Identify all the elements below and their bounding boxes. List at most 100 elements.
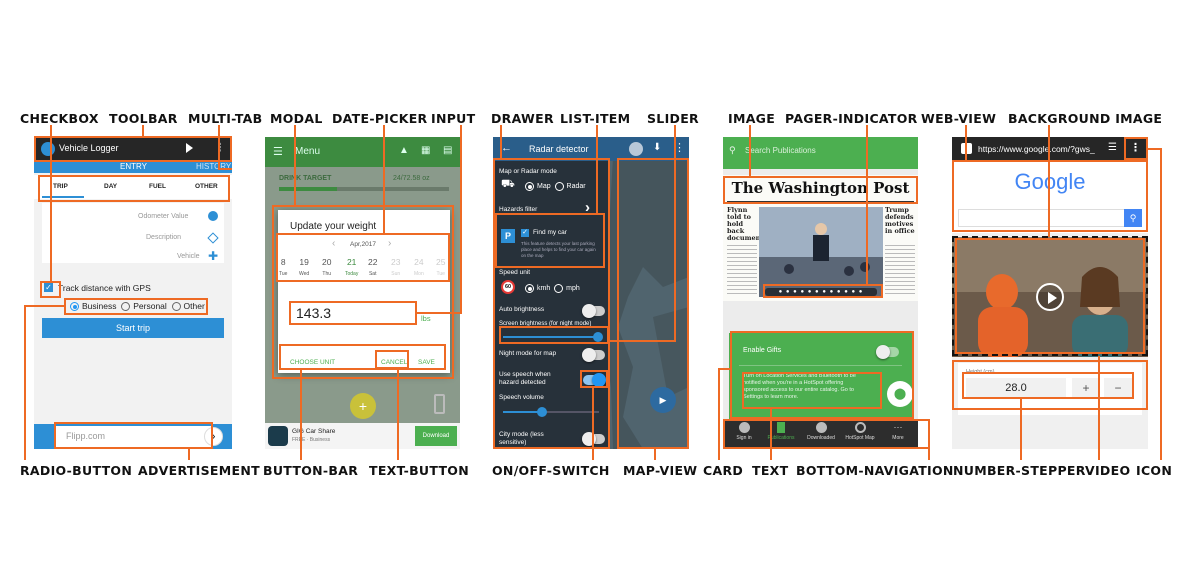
- subtab-day[interactable]: DAY: [104, 183, 117, 190]
- caption-drawer: DRAWER: [491, 111, 554, 126]
- increment-button[interactable]: +: [1072, 378, 1100, 398]
- nav-publications[interactable]: Publications: [763, 422, 799, 441]
- date-19[interactable]: 19 Wed: [299, 257, 309, 277]
- bell-icon[interactable]: ▲: [399, 145, 409, 156]
- cancel-button[interactable]: CANCEL: [381, 359, 407, 366]
- auto-brightness-switch[interactable]: [582, 304, 605, 318]
- nav-more[interactable]: ··· More: [883, 422, 913, 441]
- download-icon[interactable]: ⬇: [653, 142, 661, 153]
- description-field[interactable]: Description: [146, 234, 181, 241]
- chevron-right-icon[interactable]: ›: [204, 427, 223, 446]
- speech-switch[interactable]: [583, 373, 606, 387]
- back-arrow-icon[interactable]: ←: [501, 142, 512, 154]
- tab-entry[interactable]: ENTRY: [120, 162, 147, 171]
- weight-input[interactable]: 143.3: [296, 305, 331, 321]
- volume-slider-thumb[interactable]: [537, 407, 547, 417]
- date-23[interactable]: 23 Sun: [391, 257, 400, 277]
- app-logo-icon: [41, 142, 55, 156]
- play-icon[interactable]: [186, 143, 193, 153]
- start-trip-button[interactable]: Start trip: [42, 318, 224, 338]
- caption-video: VIDEO: [1085, 463, 1131, 478]
- radar-app-screen: ← Radar detector ⬇ ⋮ Map or Radar mode ⛟…: [493, 137, 689, 449]
- url-bar[interactable]: https://www.google.com/?gws_: [978, 144, 1095, 154]
- date-21-today[interactable]: 21 Today: [345, 257, 358, 277]
- nav-sign-in[interactable]: Sign in: [729, 422, 759, 441]
- caption-input: INPUT: [431, 111, 476, 126]
- date-num: 21: [346, 257, 357, 267]
- chart-icon[interactable]: ▤: [443, 145, 452, 156]
- video-player[interactable]: [952, 237, 1148, 357]
- search-icon[interactable]: ⚲: [729, 145, 736, 156]
- chevron-right-icon[interactable]: ›: [585, 199, 590, 216]
- radio-business-label: Business: [82, 301, 117, 311]
- find-car-checkbox[interactable]: ✓: [521, 229, 529, 237]
- caption-modal: MODAL: [270, 111, 323, 126]
- ad-banner[interactable]: Flipp.com ›: [34, 424, 232, 449]
- date-8[interactable]: 8 Tue: [279, 257, 287, 277]
- search-input[interactable]: Search Publications: [745, 146, 816, 155]
- mode-radar-radio[interactable]: Radar: [554, 182, 586, 191]
- speed-kmh-radio[interactable]: kmh: [525, 284, 550, 293]
- date-day: Sat: [368, 271, 377, 277]
- hamburger-icon[interactable]: ☰: [273, 145, 283, 158]
- fab-button[interactable]: +: [350, 393, 376, 419]
- city-mode-switch[interactable]: [582, 432, 605, 446]
- mode-map-radio[interactable]: Map: [525, 182, 551, 191]
- brightness-slider-thumb[interactable]: [593, 332, 603, 342]
- search-field[interactable]: [958, 209, 1134, 227]
- hazards-filter[interactable]: Hazards filter: [499, 206, 537, 213]
- height-value-field[interactable]: 28.0: [966, 378, 1066, 398]
- radio-personal[interactable]: Personal: [121, 301, 167, 312]
- month-next-icon[interactable]: ›: [388, 238, 391, 249]
- calendar-icon[interactable]: ▦: [421, 145, 430, 156]
- info-icon[interactable]: [208, 211, 218, 221]
- enable-gifts-switch[interactable]: [876, 345, 899, 359]
- subtab-trip[interactable]: TRIP: [53, 183, 68, 190]
- speed-sign-value: 60: [504, 284, 512, 290]
- tabs-icon[interactable]: ☰: [1108, 142, 1117, 153]
- tag-icon[interactable]: [207, 232, 219, 244]
- date-day: Thu: [322, 271, 332, 277]
- nav-hotspot-map[interactable]: HotSpot Map: [841, 422, 879, 441]
- plus-icon[interactable]: ✚: [208, 249, 218, 263]
- play-button[interactable]: [1036, 283, 1064, 311]
- caption-background-image: BACKGROUND IMAGE: [1008, 111, 1163, 126]
- cart-icon[interactable]: [629, 142, 643, 156]
- ad-download-button[interactable]: Download: [415, 426, 457, 446]
- nav-downloaded[interactable]: Downloaded: [803, 422, 839, 441]
- overflow-menu-icon[interactable]: ⋮: [1130, 141, 1141, 154]
- subtab-fuel[interactable]: FUEL: [149, 183, 166, 190]
- map-location-button[interactable]: ▶: [650, 387, 676, 413]
- minus-icon: −: [1114, 381, 1122, 395]
- date-22[interactable]: 22 Sat: [368, 257, 377, 277]
- brightness-slider[interactable]: [503, 332, 603, 342]
- newspaper-image[interactable]: The Washington Post Flynn told to hold b…: [723, 175, 918, 301]
- nav-hotspot-map-label: HotSpot Map: [845, 435, 875, 441]
- gps-checkbox[interactable]: ✓: [44, 283, 53, 292]
- date-20[interactable]: 20 Thu: [322, 257, 331, 277]
- date-24[interactable]: 24 Mon: [414, 257, 424, 277]
- save-button[interactable]: SAVE: [418, 359, 435, 366]
- date-25[interactable]: 25 Tue: [436, 257, 445, 277]
- gift-fab-icon[interactable]: ⬤: [887, 381, 913, 407]
- radio-other[interactable]: Other: [171, 301, 205, 312]
- decrement-button[interactable]: −: [1104, 378, 1132, 398]
- pager-indicator[interactable]: ● ● ● ● ● ● ● ● ● ● ● ●: [765, 288, 877, 296]
- volume-slider[interactable]: [503, 407, 599, 417]
- odometer-field[interactable]: Odometer Value: [138, 213, 188, 220]
- search-button[interactable]: ⚲: [1124, 209, 1142, 227]
- month-prev-icon[interactable]: ‹: [332, 238, 335, 249]
- speed-mph-radio[interactable]: mph: [554, 284, 580, 293]
- radio-business[interactable]: Business: [70, 301, 117, 312]
- date-day: Tue: [436, 271, 445, 277]
- date-num: 24: [414, 257, 424, 267]
- radar-mode-icon: ⛟: [501, 178, 515, 190]
- ad-banner[interactable]: GIG Car Share FREE · Business Download: [265, 423, 460, 449]
- date-day: Tue: [279, 271, 288, 277]
- caption-card: CARD: [703, 463, 744, 478]
- subtab-other[interactable]: OTHER: [195, 183, 218, 190]
- vehicle-field[interactable]: Vehicle: [177, 253, 200, 260]
- choose-unit-button[interactable]: CHOOSE UNIT: [290, 359, 335, 366]
- web-view[interactable]: Google ⚲: [952, 161, 1148, 233]
- night-mode-switch[interactable]: [582, 348, 605, 362]
